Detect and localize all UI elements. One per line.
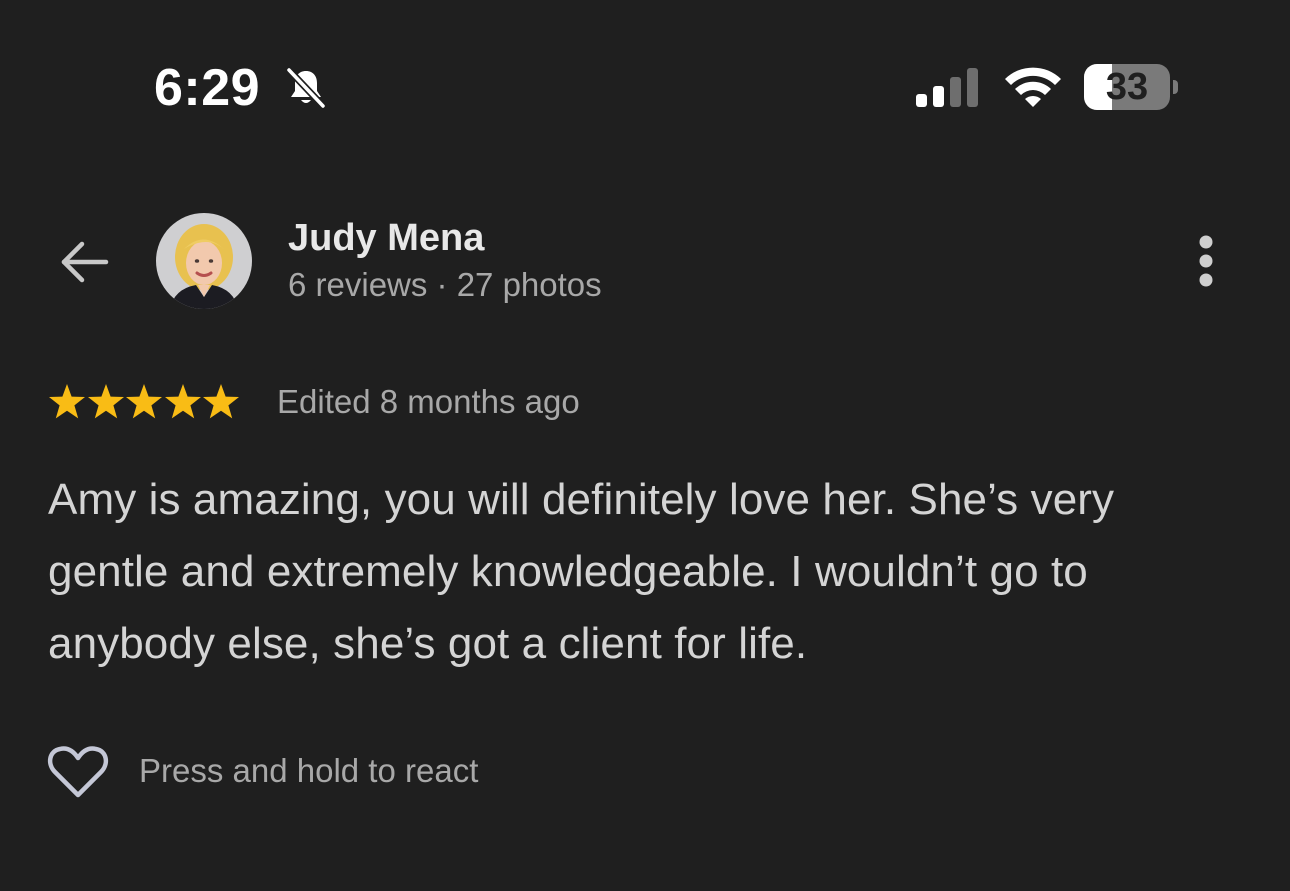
react-hint: Press and hold to react bbox=[139, 752, 479, 789]
review-detail-screen: 6:29 33 Judy Mena 6 reviews · 27 photos … bbox=[0, 0, 1290, 891]
bell-slash-icon bbox=[285, 66, 327, 110]
star-icon bbox=[164, 384, 201, 419]
star-rating bbox=[48, 382, 241, 424]
react-button[interactable] bbox=[46, 742, 110, 802]
star-icon bbox=[203, 384, 240, 419]
star-icon bbox=[49, 384, 85, 419]
edited-timestamp: Edited 8 months ago bbox=[277, 383, 580, 420]
reviewer-stats[interactable]: 6 reviews · 27 photos bbox=[288, 264, 602, 306]
cellular-signal-icon bbox=[916, 68, 978, 107]
status-time: 6:29 bbox=[154, 59, 261, 117]
battery-indicator: 33 bbox=[1084, 64, 1180, 110]
more-vertical-icon bbox=[1199, 235, 1213, 287]
arrow-left-icon bbox=[61, 241, 109, 283]
review-text: Amy is amazing, you will definitely love… bbox=[48, 475, 1115, 668]
avatar-photo bbox=[156, 213, 252, 309]
reviewer-avatar[interactable] bbox=[156, 213, 252, 309]
reviewer-name[interactable]: Judy Mena bbox=[288, 216, 484, 260]
battery-percent: 33 bbox=[1105, 66, 1149, 108]
heart-outline-icon bbox=[47, 746, 109, 798]
battery-cap bbox=[1173, 80, 1178, 94]
star-icon bbox=[126, 384, 163, 419]
star-icon bbox=[87, 384, 124, 419]
battery-body: 33 bbox=[1084, 64, 1170, 110]
back-button[interactable] bbox=[52, 232, 116, 292]
more-options-button[interactable] bbox=[1182, 228, 1230, 294]
wifi-icon bbox=[1005, 67, 1061, 107]
